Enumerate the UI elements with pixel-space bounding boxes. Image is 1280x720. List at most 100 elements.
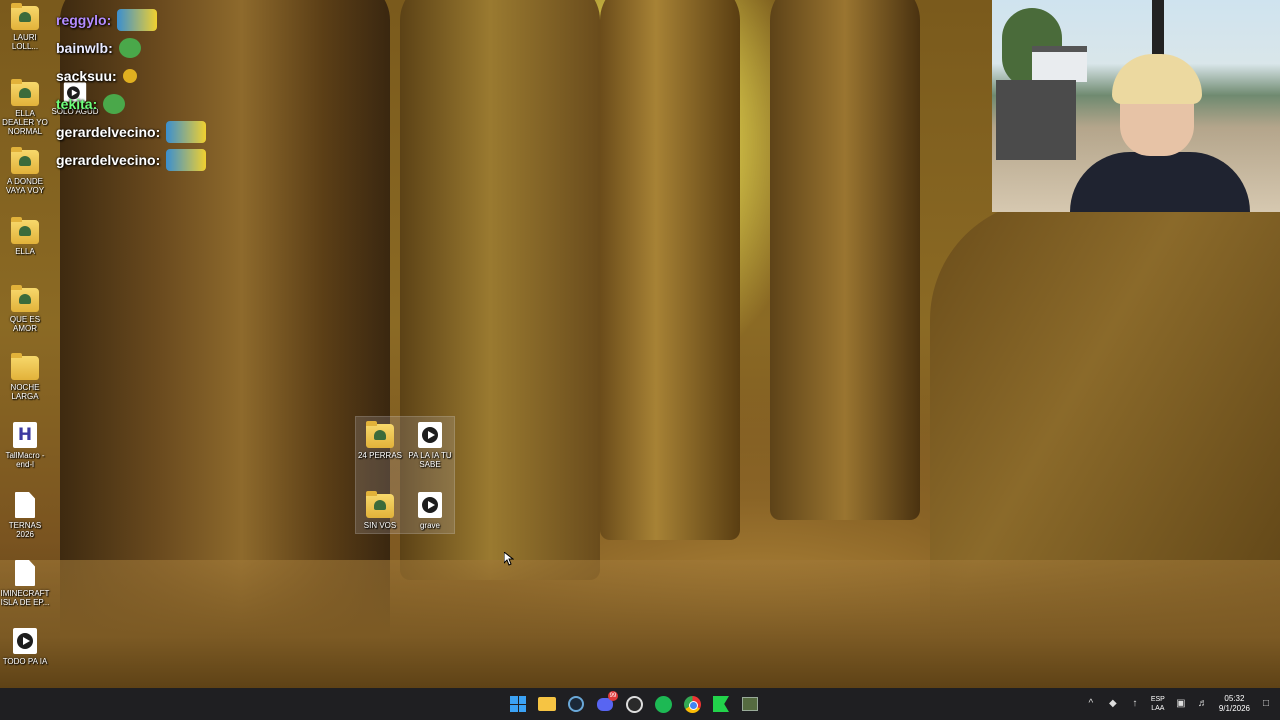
video-file-icon — [418, 422, 442, 448]
shield-icon[interactable]: ◆ — [1107, 698, 1119, 710]
chat-message: gerardelvecino: — [56, 146, 236, 174]
webcam-overlay — [992, 0, 1280, 212]
desktop-icon-label: TERNAS 2026 — [8, 521, 42, 539]
desktop-icon-label: TODO PA IA — [2, 657, 48, 666]
steam-button[interactable] — [566, 694, 586, 714]
video-file-icon — [418, 492, 442, 518]
chrome-button[interactable] — [682, 694, 702, 714]
folder-icon — [11, 147, 39, 174]
chat-username: bainwlb: — [56, 40, 113, 56]
chat-username: sacksuu: — [56, 68, 117, 84]
chat-username: gerardelvecino: — [56, 152, 161, 168]
wallpaper-tree — [600, 0, 740, 540]
streamer-body — [1070, 152, 1250, 212]
desktop-icon-label: TallMacro - end-l — [5, 451, 45, 469]
desktop-icon-label: PA LA IA TU SABE — [408, 451, 452, 469]
system-tray: ^ ◆ ↑ ESP LAA ▣ ♬ 05:32 9/1/2026 □ — [1085, 688, 1272, 720]
chevron-up-icon[interactable]: ^ — [1085, 698, 1097, 710]
desktop-icon[interactable]: TERNAS 2026 — [0, 492, 50, 539]
taskbar-apps: 99 — [508, 688, 760, 720]
streamer-figure — [1070, 54, 1250, 212]
desktop-icon-label: SIN VOS — [363, 521, 397, 530]
folder-icon — [366, 491, 394, 518]
desktop-icon[interactable]: NOCHE LARGA — [0, 353, 50, 401]
streamer-hair — [1112, 54, 1202, 104]
file-explorer-button[interactable] — [537, 694, 557, 714]
desktop-icon-label: A DONDE VAYA VOY — [5, 177, 45, 195]
chat-username: tekita: — [56, 96, 98, 112]
keyboard-layout: LAA — [1151, 705, 1165, 712]
capcut-icon — [713, 696, 729, 712]
streamer-emote-icon — [117, 9, 158, 31]
frog-emote-icon — [103, 94, 126, 114]
desktop-icon[interactable]: TODO PA IA — [0, 628, 50, 666]
desktop-icon-label: QUE ES AMOR — [9, 315, 41, 333]
network-icon[interactable]: ▣ — [1175, 698, 1187, 710]
obs-button[interactable] — [624, 694, 644, 714]
steam-icon — [568, 696, 584, 712]
discord-button[interactable]: 99 — [595, 691, 618, 714]
volume-icon[interactable]: ♬ — [1197, 698, 1209, 710]
chat-username: gerardelvecino: — [56, 124, 161, 140]
microphone-icon[interactable]: ↑ — [1129, 698, 1141, 710]
language-indicator[interactable]: ESP LAA — [1151, 695, 1165, 713]
tallmacro-app-icon: H — [13, 422, 37, 448]
desktop-icon[interactable]: QUE ES AMOR — [0, 285, 50, 333]
taskbar: 99 ^ ◆ ↑ ESP LAA ▣ ♬ 05:32 9/1/2026 □ — [0, 688, 1280, 720]
coin-emote-icon — [122, 69, 137, 83]
clock-date: 9/1/2026 — [1218, 704, 1250, 713]
desktop-icon[interactable]: PA LA IA TU SABE — [405, 422, 455, 469]
streamer-emote-icon — [166, 121, 207, 143]
clock-time: 05:32 — [1224, 694, 1245, 703]
folder-icon — [11, 285, 39, 312]
desktop-icon-label: ELLA — [15, 247, 35, 256]
clock[interactable]: 05:32 9/1/2026 — [1219, 694, 1250, 714]
desktop-icon-label: IMINECRAFT ISLA DE EP... — [0, 589, 50, 607]
desktop-icon[interactable]: 24 PERRAS — [355, 421, 405, 460]
capcut-button[interactable] — [711, 694, 731, 714]
desktop-icon[interactable]: ELLA — [0, 217, 50, 256]
desktop-icon[interactable]: SIN VOS — [355, 491, 405, 530]
spotify-icon — [654, 695, 672, 713]
wallpaper-ground — [0, 560, 1280, 688]
video-file-icon — [13, 628, 37, 654]
file-icon — [15, 560, 35, 586]
chat-message: gerardelvecino: — [56, 118, 236, 146]
obs-icon — [625, 695, 643, 713]
app-icon — [742, 697, 758, 711]
windows-logo-icon — [510, 696, 526, 712]
notification-icon[interactable]: □ — [1260, 698, 1272, 710]
desktop-icon-label: 24 PERRAS — [357, 451, 403, 460]
start-button[interactable] — [508, 694, 528, 714]
spotify-button[interactable] — [653, 694, 673, 714]
notification-badge: 99 — [608, 691, 618, 701]
desktop-icon[interactable]: H TallMacro - end-l — [0, 422, 50, 469]
stream-chat-overlay: reggylo: bainwlb: sacksuu: tekita: gerar… — [56, 6, 236, 174]
desktop-icon[interactable]: IMINECRAFT ISLA DE EP... — [0, 560, 50, 607]
desktop-icon-label: NOCHE LARGA — [10, 383, 40, 401]
desktop-icon[interactable]: LAURI LOLL... — [0, 3, 50, 51]
chat-username: reggylo: — [56, 12, 112, 28]
frog-emote-icon — [118, 38, 141, 58]
app-button[interactable] — [740, 694, 760, 714]
desktop-icon-label: LAURI LOLL... — [11, 33, 39, 51]
desktop-icon-label: ELLA DEALER YO NORMAL — [2, 109, 48, 136]
chat-message: reggylo: — [56, 6, 236, 34]
desktop-icon-label: grave — [419, 521, 440, 530]
desktop-icon[interactable]: grave — [405, 492, 455, 530]
folder-icon — [366, 421, 394, 448]
streamer-emote-icon — [166, 149, 207, 171]
chat-message: tekita: — [56, 90, 236, 118]
file-icon — [15, 492, 35, 518]
desktop-icon[interactable]: ELLA DEALER YO NORMAL — [0, 79, 50, 136]
folder-icon — [11, 3, 39, 30]
chat-message: bainwlb: — [56, 34, 236, 62]
folder-icon — [11, 353, 39, 380]
webcam-background-kitchen — [996, 80, 1076, 160]
desktop-icon[interactable]: A DONDE VAYA VOY — [0, 147, 50, 195]
folder-icon — [11, 79, 39, 106]
chrome-icon — [683, 695, 701, 713]
language-code: ESP — [1150, 696, 1165, 703]
folder-icon — [11, 217, 39, 244]
file-explorer-icon — [538, 697, 556, 711]
